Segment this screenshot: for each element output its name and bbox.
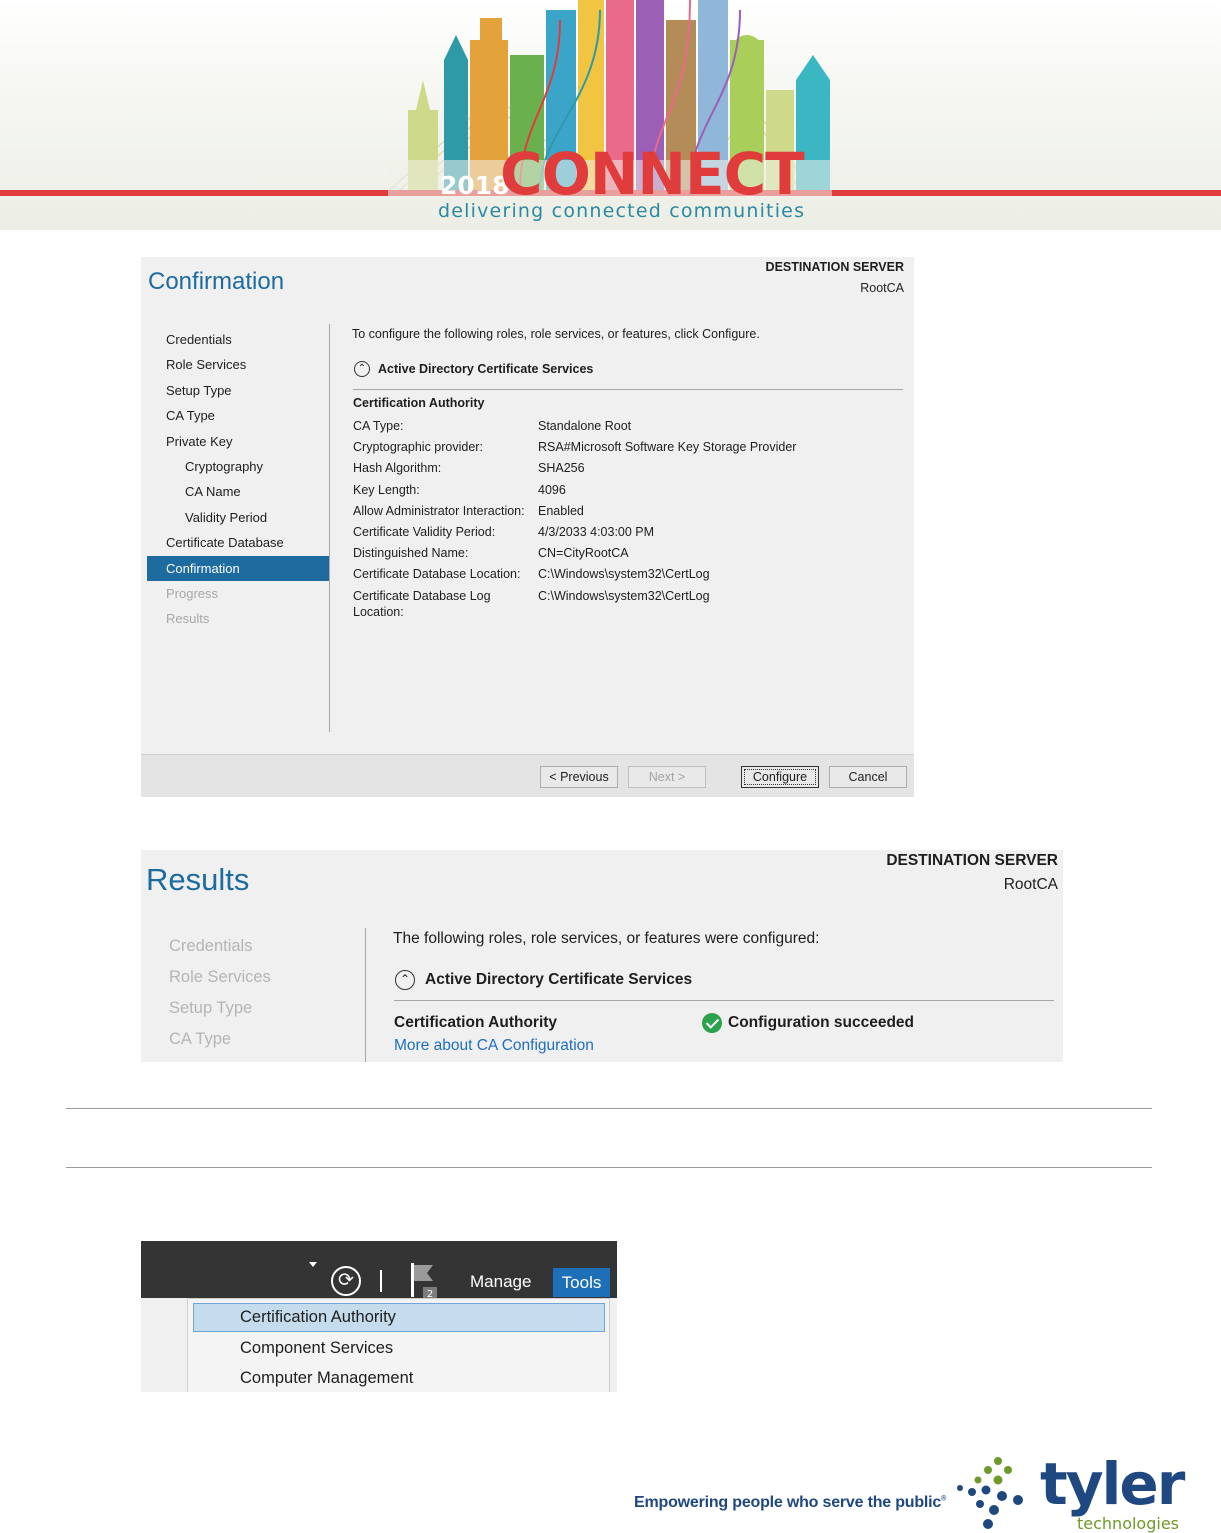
settings-row: Distinguished Name: CN=CityRootCA <box>353 544 893 565</box>
settings-key: Certificate Database Log Location: <box>353 588 491 619</box>
success-check-icon <box>702 1013 722 1033</box>
banner-tagline: delivering connected communities <box>438 200 806 222</box>
nav-divider <box>365 928 366 1062</box>
notifications-flag-icon[interactable]: 2 <box>411 1263 437 1299</box>
toolbar-bar: ⟳ 2 Manage Tools <box>141 1241 617 1299</box>
settings-value: 4/3/2033 4:03:00 PM <box>538 524 655 539</box>
nav-item-validity-period[interactable]: Validity Period <box>147 505 329 530</box>
nav-item-role-services: Role Services <box>169 968 271 986</box>
tools-dropdown: Certification Authority Component Servic… <box>187 1298 610 1392</box>
settings-key: Hash Algorithm: <box>353 461 442 476</box>
banner-wordmark: CONNECT <box>500 140 805 208</box>
result-status: Configuration succeeded <box>702 1013 915 1033</box>
nav-item-ca-type[interactable]: CA Type <box>147 403 329 428</box>
settings-key: Allow Administrator Interaction: <box>353 503 525 518</box>
tyler-brand: tyler <box>1040 1450 1185 1518</box>
settings-key: CA Type: <box>353 419 404 433</box>
destination-server-label: DESTINATION SERVER <box>765 260 904 274</box>
wizard-nav: Credentials Role Services Setup Type CA … <box>147 931 271 1055</box>
refresh-icon[interactable]: ⟳ <box>331 1266 361 1296</box>
settings-key: Distinguished Name: <box>353 546 469 561</box>
nav-item-ca-type: CA Type <box>169 1030 232 1048</box>
settings-value: Enabled <box>538 503 584 518</box>
page-title: Confirmation <box>148 268 285 295</box>
settings-key: Key Length: <box>353 482 420 497</box>
connect-banner: 2018 CONNECT delivering connected commun… <box>0 0 1221 230</box>
cancel-button[interactable]: Cancel <box>829 766 907 788</box>
next-button[interactable]: Next > <box>628 766 706 788</box>
settings-key: Certificate Validity Period: <box>353 524 496 539</box>
intro-text: The following roles, role services, or f… <box>393 930 820 947</box>
settings-row: Certificate Validity Period: 4/3/2033 4:0… <box>353 523 893 544</box>
nav-item-role-services[interactable]: Role Services <box>147 352 329 377</box>
menu-item-certification-authority[interactable]: Certification Authority <box>193 1303 605 1332</box>
nav-item-private-key[interactable]: Private Key <box>147 429 329 454</box>
footer-tagline-text: Empowering people who serve the public <box>634 1494 942 1511</box>
toolbar-separator <box>380 1270 382 1292</box>
previous-button[interactable]: < Previous <box>540 766 618 788</box>
menu-item-computer-management[interactable]: Computer Management <box>188 1364 607 1392</box>
settings-row: Key Length: 4096 <box>353 481 893 502</box>
nav-divider <box>329 324 330 732</box>
nav-item-credentials[interactable]: Credentials <box>147 327 329 352</box>
footer-tagline: Empowering people who serve the public® <box>634 1494 947 1511</box>
collapse-chevron-icon[interactable]: ⌃ <box>395 970 415 990</box>
tyler-dots-logo-icon <box>957 1457 1023 1529</box>
settings-row: Hash Algorithm: SHA256 <box>353 459 893 480</box>
settings-value: CN=CityRootCA <box>538 546 629 561</box>
settings-value: C:\Windows\system32\CertLog <box>538 567 710 582</box>
nav-item-progress: Progress <box>166 585 219 601</box>
result-role: Certification Authority <box>394 1014 558 1031</box>
destination-server-name: RootCA <box>860 281 904 295</box>
more-about-ca-link[interactable]: More about CA Configuration <box>394 1037 594 1055</box>
section-title: Active Directory Certificate Services <box>425 971 693 988</box>
settings-row: Cryptographic provider: RSA#Microsoft Sof… <box>353 438 893 459</box>
nav-item-results: Results <box>166 611 210 627</box>
divider-line <box>66 1167 1152 1168</box>
settings-row: Allow Administrator Interaction: Enabled <box>353 502 893 523</box>
nav-item-setup-type[interactable]: Setup Type <box>147 378 329 403</box>
section-header[interactable]: ⌃ Active Directory Certificate Services <box>353 359 903 390</box>
divider-line <box>66 1108 1152 1109</box>
page-title: Results <box>146 862 250 897</box>
intro-text: To configure the following roles, role s… <box>352 327 760 341</box>
result-status-text: Configuration succeeded <box>728 1014 915 1031</box>
collapse-chevron-icon[interactable]: ⌃ <box>354 361 370 377</box>
wizard-nav: Credentials Role Services Setup Type CA … <box>147 327 329 632</box>
nav-item-confirmation[interactable]: Confirmation <box>147 555 329 581</box>
settings-value: RSA#Microsoft Software Key Storage Provi… <box>538 440 797 455</box>
settings-row: Certificate Database Log Location: C:\Win… <box>353 587 893 620</box>
settings-list: CA Type: Standalone Root Cryptographic pr… <box>353 417 893 620</box>
settings-key: Certificate Database Location: <box>353 567 521 582</box>
group-heading: Certification Authority <box>353 396 485 410</box>
section-header[interactable]: ⌃ Active Directory Certificate Services <box>394 966 1054 1001</box>
settings-key: Cryptographic provider: <box>353 440 483 455</box>
nav-item-credentials: Credentials <box>169 937 253 955</box>
nav-item-ca-name[interactable]: CA Name <box>147 479 329 504</box>
confirmation-wizard: Confirmation DESTINATION SERVER RootCA C… <box>141 257 914 797</box>
settings-row: CA Type: Standalone Root <box>353 417 893 438</box>
destination-server-label: DESTINATION SERVER <box>886 852 1058 869</box>
settings-value: Standalone Root <box>538 419 632 433</box>
settings-value: 4096 <box>538 482 566 497</box>
tools-menu[interactable]: Tools <box>553 1268 610 1297</box>
nav-item-cryptography[interactable]: Cryptography <box>147 454 329 479</box>
server-manager-toolbar: ⟳ 2 Manage Tools Certification Authority… <box>141 1241 617 1392</box>
settings-row: Certificate Database Location: C:\Windows… <box>353 565 893 586</box>
destination-server-name: RootCA <box>1003 876 1058 893</box>
nav-item-setup-type: Setup Type <box>169 999 253 1017</box>
wizard-footer: < Previous Next > Configure Cancel <box>141 754 914 797</box>
menu-item-component-services[interactable]: Component Services <box>188 1334 607 1363</box>
results-wizard: Results DESTINATION SERVER RootCA Creden… <box>141 850 1063 1062</box>
settings-value: C:\Windows\system32\CertLog <box>538 588 710 603</box>
settings-value: SHA256 <box>538 461 585 476</box>
dropdown-arrow-icon[interactable] <box>309 1262 317 1267</box>
nav-item-certificate-database[interactable]: Certificate Database <box>147 530 329 555</box>
tyler-brand-sub: technologies <box>1077 1514 1179 1533</box>
configure-button[interactable]: Configure <box>741 766 819 788</box>
manage-menu[interactable]: Manage <box>470 1272 531 1292</box>
section-title: Active Directory Certificate Services <box>378 362 594 376</box>
